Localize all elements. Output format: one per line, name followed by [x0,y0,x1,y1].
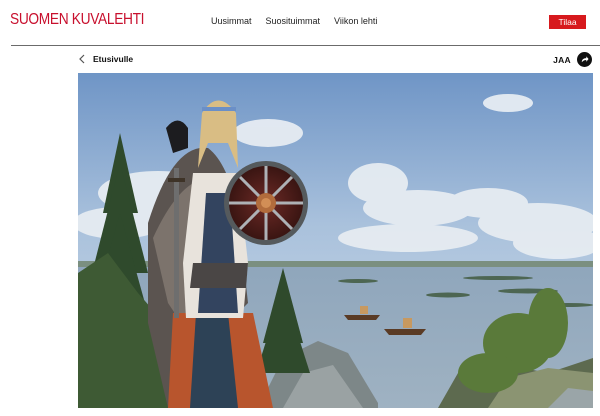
hero-image [78,73,593,408]
back-label: Etusivulle [93,54,134,64]
article-toolbar: Etusivulle JAA [78,50,592,70]
subscribe-button[interactable]: Tilaa [549,15,586,29]
nav-item-suosituimmat[interactable]: Suosituimmat [266,16,321,26]
header-divider [11,45,600,46]
main-nav: Uusimmat Suosituimmat Viikon lehti [211,16,377,26]
chevron-left-icon [79,54,85,64]
hero-photo [78,73,593,408]
site-header: SUOMEN KUVALEHTI Uusimmat Suosituimmat V… [0,0,600,44]
nav-item-viikon-lehti[interactable]: Viikon lehti [334,16,377,26]
share-label: JAA [553,54,571,65]
site-logo[interactable]: SUOMEN KUVALEHTI [10,11,145,29]
share-arrow-icon [577,52,592,67]
nav-item-uusimmat[interactable]: Uusimmat [211,16,252,26]
share-button[interactable]: JAA [553,52,592,67]
back-to-front-page-link[interactable]: Etusivulle [78,54,133,64]
